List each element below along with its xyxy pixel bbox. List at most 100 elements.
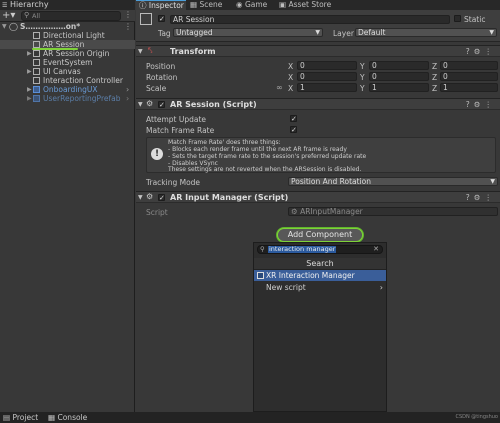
tracking-mode-label: Tracking Mode: [146, 178, 201, 187]
ar-input-manager-header[interactable]: ▼ ⚙ ✓ AR Input Manager (Script) ?⚙⋮: [136, 191, 500, 203]
tab-console[interactable]: ▦ Console: [48, 413, 87, 423]
axis-y-label: Y: [360, 62, 365, 71]
script-icon: ⚙: [146, 192, 154, 201]
expand-arrow-icon[interactable]: ▼: [2, 22, 7, 31]
script-field: ⚙ ARInputManager: [288, 207, 498, 216]
gameobject-icon: [33, 77, 40, 84]
expand-arrow-icon[interactable]: ▶: [27, 67, 32, 76]
scale-z-field[interactable]: 1: [440, 83, 498, 92]
hierarchy-item-eventsystem[interactable]: EventSystem: [0, 58, 135, 67]
expand-arrow-icon[interactable]: ▶: [27, 49, 32, 58]
position-y-field[interactable]: 0: [369, 61, 429, 70]
scene-options-icon[interactable]: ⋮: [124, 22, 132, 31]
popup-item-label: New script: [266, 283, 306, 292]
rotation-x-field[interactable]: 0: [297, 72, 357, 81]
expand-arrow-icon[interactable]: ▶: [27, 85, 32, 94]
hierarchy-item-directional-light[interactable]: Directional Light: [0, 31, 135, 40]
game-icon: ◉: [236, 0, 243, 9]
hierarchy-item-ar-session[interactable]: AR Session: [0, 40, 135, 50]
component-header-icons[interactable]: ?⚙⋮: [466, 100, 496, 109]
item-label: UserReportingPrefab: [43, 94, 121, 103]
inspector-tabbar: ⓘ Inspector ▦ Scene ◉ Game ▣ Asset Store: [136, 0, 500, 10]
transform-header[interactable]: ▼ ⤣ Transform ?⚙⋮: [136, 45, 500, 57]
tab-label: Scene: [199, 0, 223, 9]
object-header: ✓ AR Session Static Tag Untagged ▼ Layer…: [136, 10, 500, 42]
tab-project[interactable]: ▤ Project: [3, 413, 38, 423]
layer-dropdown[interactable]: Default ▼: [355, 28, 497, 37]
component-search-input[interactable]: ⚲ interaction manager ✕: [257, 245, 383, 254]
hierarchy-item-ar-session-origin[interactable]: ▶ AR Session Origin: [0, 49, 135, 58]
ar-session-enabled-checkbox[interactable]: ✓: [158, 101, 165, 109]
folder-icon: ▤: [3, 413, 11, 422]
search-query: interaction manager: [268, 245, 337, 253]
hierarchy-toolbar: +▾ ⚲ All ⋮: [0, 10, 135, 22]
object-active-checkbox[interactable]: ✓: [158, 15, 165, 23]
chevron-right-icon[interactable]: ›: [126, 85, 129, 94]
expand-arrow-icon[interactable]: ▶: [27, 94, 32, 103]
expand-arrow-icon[interactable]: ▼: [138, 194, 143, 201]
chevron-right-icon[interactable]: ›: [126, 94, 129, 103]
gameobject-icon: [33, 32, 40, 39]
scale-x-field[interactable]: 1: [297, 83, 357, 92]
tab-label: Project: [12, 413, 39, 422]
search-placeholder: All: [32, 12, 41, 20]
layer-label: Layer: [333, 29, 354, 38]
scene-root-item[interactable]: ▼ ◯ S…….………on* ⋮: [0, 22, 135, 31]
match-frame-rate-checkbox[interactable]: ✓: [290, 126, 297, 134]
expand-arrow-icon[interactable]: ▼: [138, 101, 143, 108]
tab-label: Console: [57, 413, 88, 422]
hierarchy-item-ui-canvas[interactable]: ▶ UI Canvas: [0, 67, 135, 76]
position-x-field[interactable]: 0: [297, 61, 357, 70]
rotation-z-field[interactable]: 0: [440, 72, 498, 81]
item-label: Interaction Controller: [43, 76, 123, 85]
position-z-field[interactable]: 0: [440, 61, 498, 70]
clear-icon[interactable]: ✕: [373, 245, 379, 253]
hierarchy-item-onboardingux[interactable]: ▶ OnboardingUX ›: [0, 85, 135, 94]
tracking-mode-dropdown[interactable]: Position And Rotation ▼: [288, 177, 498, 186]
tab-label: Game: [244, 0, 268, 9]
help-line: These settings are not reverted when the…: [168, 166, 362, 173]
popup-title: Search: [254, 258, 386, 270]
static-checkbox[interactable]: [454, 15, 461, 22]
create-plus-button[interactable]: +▾: [2, 10, 15, 21]
tag-dropdown[interactable]: Untagged ▼: [173, 28, 323, 37]
hierarchy-tab[interactable]: ☰ Hierarchy: [0, 0, 49, 10]
hierarchy-item-interaction-controller[interactable]: Interaction Controller: [0, 76, 135, 85]
position-label: Position: [146, 62, 176, 71]
attempt-update-checkbox[interactable]: ✓: [290, 115, 297, 123]
search-icon: ⚲: [24, 11, 30, 19]
scale-y-field[interactable]: 1: [369, 83, 429, 92]
popup-item-new-script[interactable]: New script ›: [254, 282, 386, 293]
chevron-down-icon: ▼: [315, 29, 320, 36]
bottom-tabbar: ▤ Project ▦ Console: [0, 412, 500, 423]
rotation-y-field[interactable]: 0: [369, 72, 429, 81]
script-icon: ⚙: [146, 99, 154, 108]
object-name-field[interactable]: AR Session: [170, 15, 450, 24]
tab-inspector[interactable]: ⓘ Inspector: [136, 0, 186, 10]
script-file-icon: ⚙: [291, 207, 298, 216]
ar-session-header[interactable]: ▼ ⚙ ✓ AR Session (Script) ?⚙⋮: [136, 98, 500, 110]
scene-icon: ▦: [190, 0, 198, 9]
item-label: OnboardingUX: [43, 85, 98, 94]
gameobject-icon: [33, 50, 40, 57]
popup-item-xr-interaction-manager[interactable]: XR Interaction Manager: [254, 270, 386, 281]
component-title: AR Input Manager (Script): [170, 193, 289, 202]
add-component-button[interactable]: Add Component: [277, 228, 363, 242]
tab-scene[interactable]: ▦ Scene: [190, 0, 222, 10]
tab-asset-store[interactable]: ▣ Asset Store: [279, 0, 331, 10]
hierarchy-options-icon[interactable]: ⋮: [124, 10, 132, 19]
hierarchy-item-userreportingprefab[interactable]: ▶ UserReportingPrefab ›: [0, 94, 135, 103]
component-header-icons[interactable]: ?⚙⋮: [466, 47, 496, 56]
rotation-label: Rotation: [146, 73, 178, 82]
gameobject-cube-icon: [140, 13, 152, 25]
component-header-icons[interactable]: ?⚙⋮: [466, 193, 496, 202]
info-icon: ⓘ: [139, 1, 147, 10]
add-component-popup: ⚲ interaction manager ✕ Search XR Intera…: [253, 242, 387, 412]
hierarchy-icon: ☰: [2, 2, 8, 9]
link-icon[interactable]: ∞: [276, 83, 283, 92]
tab-game[interactable]: ◉ Game: [236, 0, 267, 10]
expand-arrow-icon[interactable]: ▼: [138, 48, 143, 55]
hierarchy-search-input[interactable]: ⚲ All: [21, 11, 121, 21]
ar-input-manager-enabled-checkbox[interactable]: ✓: [158, 194, 165, 202]
help-line: - Blocks each render frame until the nex…: [168, 146, 347, 153]
